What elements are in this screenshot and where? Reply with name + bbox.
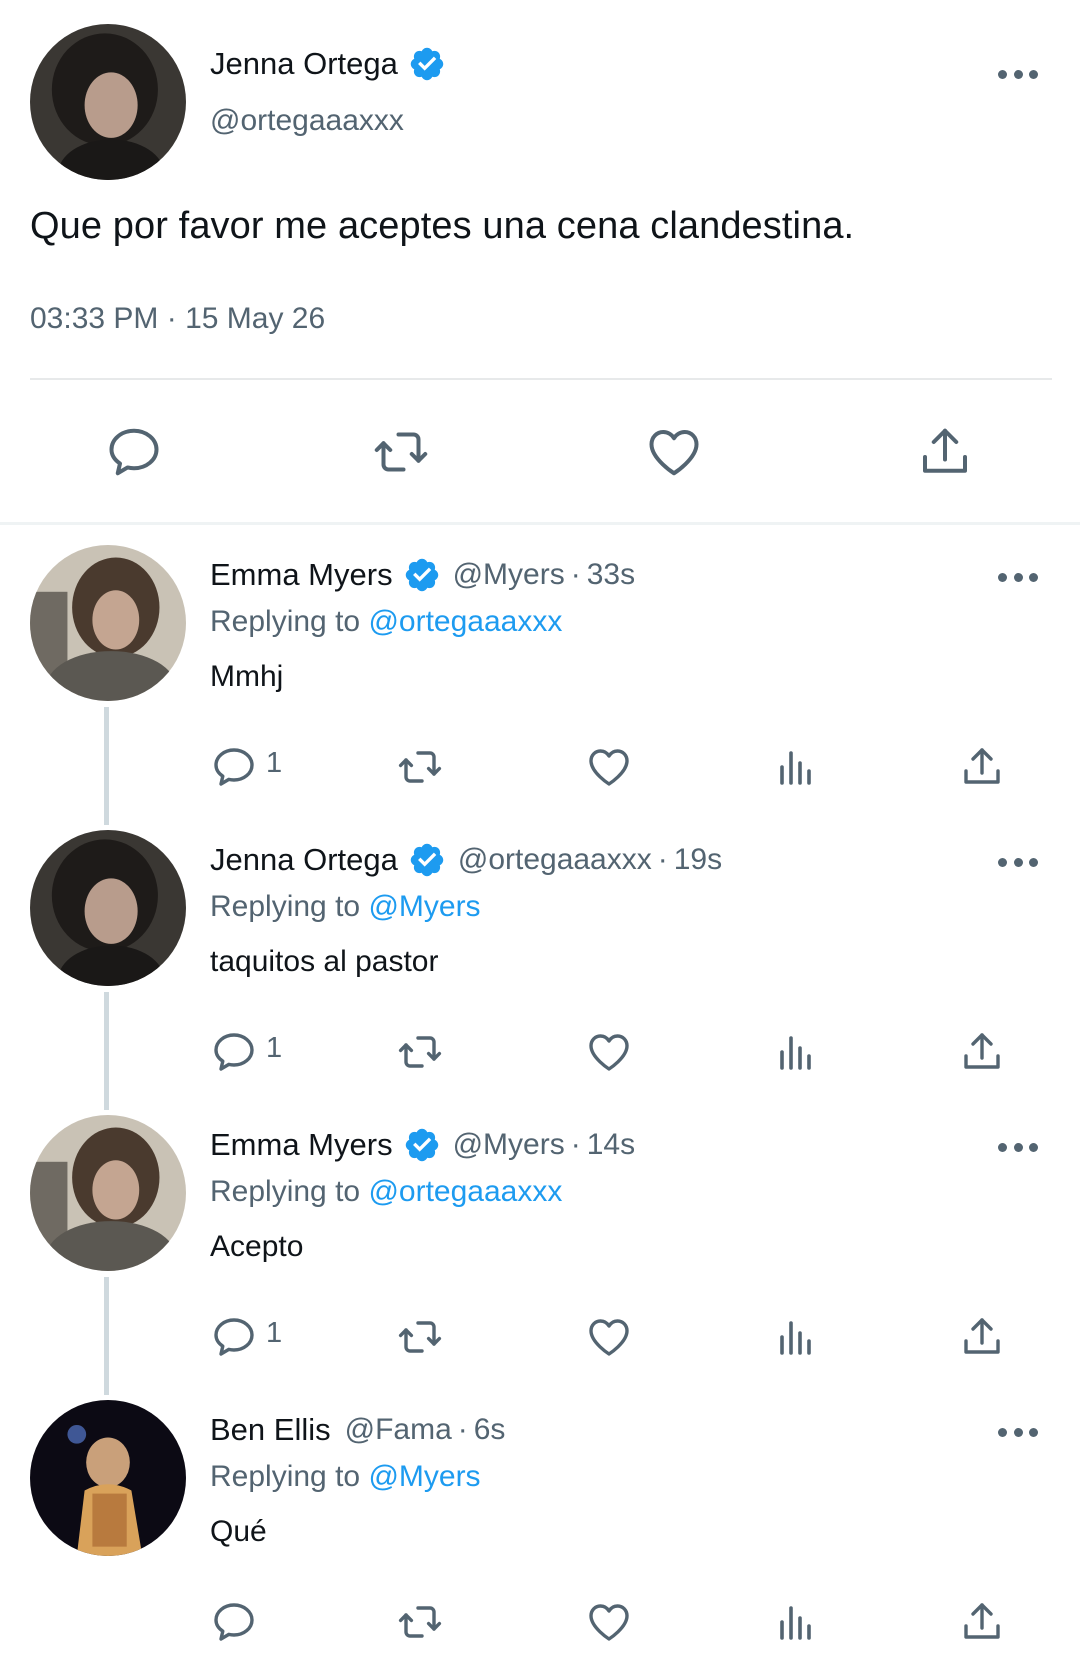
reply-time[interactable]: 33s (587, 558, 635, 592)
reply-header: Emma Myers @Myers · 33s (210, 553, 635, 597)
reply-time[interactable]: 6s (474, 1413, 506, 1447)
tweet-text: Que por favor me aceptes una cena clande… (30, 205, 855, 247)
reply-icon[interactable] (210, 1598, 258, 1646)
share-icon[interactable] (958, 743, 1006, 791)
verified-badge-icon (403, 556, 441, 594)
verified-badge-icon (403, 1126, 441, 1164)
more-options-icon[interactable] (998, 64, 1038, 84)
verified-badge-icon (408, 45, 446, 83)
reply-header: Emma Myers @Myers · 14s (210, 1123, 635, 1167)
mention-link[interactable]: @Myers (368, 890, 480, 923)
like-icon[interactable] (585, 1313, 633, 1361)
reply-tweet[interactable]: Emma Myers @Myers · 33s Replying to @ort… (0, 525, 1080, 825)
like-icon[interactable] (585, 1598, 633, 1646)
replying-prefix: Replying to (210, 890, 369, 923)
analytics-icon[interactable] (772, 1028, 820, 1076)
reply-header: Jenna Ortega @ortegaaaxxx · 19s (210, 838, 722, 882)
separator-dot: · (570, 558, 581, 591)
reply-icon[interactable] (104, 422, 164, 482)
tweet-timestamp[interactable]: 03:33 PM · 15 May 26 (30, 302, 325, 336)
thread-line (104, 1277, 109, 1395)
more-options-icon[interactable] (998, 567, 1038, 587)
reply-header: Ben Ellis @Fama · 6s (210, 1408, 505, 1452)
reply-tweet[interactable]: Ben Ellis @Fama · 6s Replying to @Myers … (0, 1380, 1080, 1660)
reply-tweet[interactable]: Emma Myers @Myers · 14s Replying to @ort… (0, 1095, 1080, 1395)
share-icon[interactable] (958, 1598, 1006, 1646)
retweet-icon[interactable] (396, 1028, 444, 1076)
author-name[interactable]: Jenna Ortega (210, 46, 398, 82)
like-icon[interactable] (585, 743, 633, 791)
share-icon[interactable] (915, 422, 975, 482)
author-name[interactable]: Emma Myers (210, 557, 393, 593)
retweet-icon[interactable] (396, 1313, 444, 1361)
separator-dot: · (457, 1413, 468, 1446)
like-icon[interactable] (585, 1028, 633, 1076)
more-options-icon[interactable] (998, 1137, 1038, 1157)
reply-text: Qué (210, 1515, 267, 1548)
reply-time[interactable]: 19s (674, 843, 722, 877)
divider (30, 378, 1052, 380)
like-icon[interactable] (644, 422, 704, 482)
author-name[interactable]: Ben Ellis (210, 1412, 331, 1448)
reply-count: 1 (266, 1317, 283, 1349)
analytics-icon[interactable] (772, 743, 820, 791)
analytics-icon[interactable] (772, 1313, 820, 1361)
mention-link[interactable]: @Myers (368, 1460, 480, 1493)
replying-prefix: Replying to (210, 1175, 369, 1208)
reply-count: 1 (266, 747, 283, 779)
author-handle: @Myers (452, 1128, 565, 1161)
thread-line (104, 992, 109, 1110)
reply-icon[interactable] (210, 1313, 258, 1361)
author-handle: @ortegaaaxxx (457, 843, 652, 876)
reply-text: taquitos al pastor (210, 945, 439, 978)
replying-to: Replying to @ortegaaaxxx (210, 605, 562, 639)
mention-link[interactable]: @ortegaaaxxx (368, 605, 562, 638)
author-row: Jenna Ortega (210, 42, 446, 86)
reply-count: 1 (266, 1032, 283, 1064)
more-options-icon[interactable] (998, 1422, 1038, 1442)
replying-prefix: Replying to (210, 605, 369, 638)
reply-icon[interactable] (210, 1028, 258, 1076)
author-name[interactable]: Emma Myers (210, 1127, 393, 1163)
reply-time[interactable]: 14s (587, 1128, 635, 1162)
author-handle: @ortegaaaxxx (210, 104, 404, 137)
retweet-icon[interactable] (371, 422, 431, 482)
replying-to: Replying to @ortegaaaxxx (210, 1175, 562, 1209)
mention-link[interactable]: @ortegaaaxxx (368, 1175, 562, 1208)
thread-line (104, 707, 109, 825)
separator-dot: · (657, 843, 668, 876)
more-options-icon[interactable] (998, 852, 1038, 872)
analytics-icon[interactable] (772, 1598, 820, 1646)
retweet-icon[interactable] (396, 743, 444, 791)
separator-dot: · (570, 1128, 581, 1161)
avatar[interactable] (30, 24, 186, 180)
author-name[interactable]: Jenna Ortega (210, 842, 398, 878)
avatar[interactable] (30, 1400, 186, 1556)
replying-to: Replying to @Myers (210, 890, 481, 924)
verified-badge-icon (408, 841, 446, 879)
avatar[interactable] (30, 830, 186, 986)
avatar[interactable] (30, 545, 186, 701)
retweet-icon[interactable] (396, 1598, 444, 1646)
replying-prefix: Replying to (210, 1460, 369, 1493)
author-handle: @Fama (344, 1413, 452, 1446)
reply-tweet[interactable]: Jenna Ortega @ortegaaaxxx · 19s Replying… (0, 810, 1080, 1110)
reply-text: Mmhj (210, 660, 284, 693)
share-icon[interactable] (958, 1313, 1006, 1361)
replying-to: Replying to @Myers (210, 1460, 481, 1494)
author-handle: @Myers (452, 558, 565, 591)
main-tweet: Jenna Ortega @ortegaaaxxx Que por favor … (0, 0, 1080, 525)
reply-icon[interactable] (210, 743, 258, 791)
share-icon[interactable] (958, 1028, 1006, 1076)
avatar[interactable] (30, 1115, 186, 1271)
reply-text: Acepto (210, 1230, 304, 1263)
